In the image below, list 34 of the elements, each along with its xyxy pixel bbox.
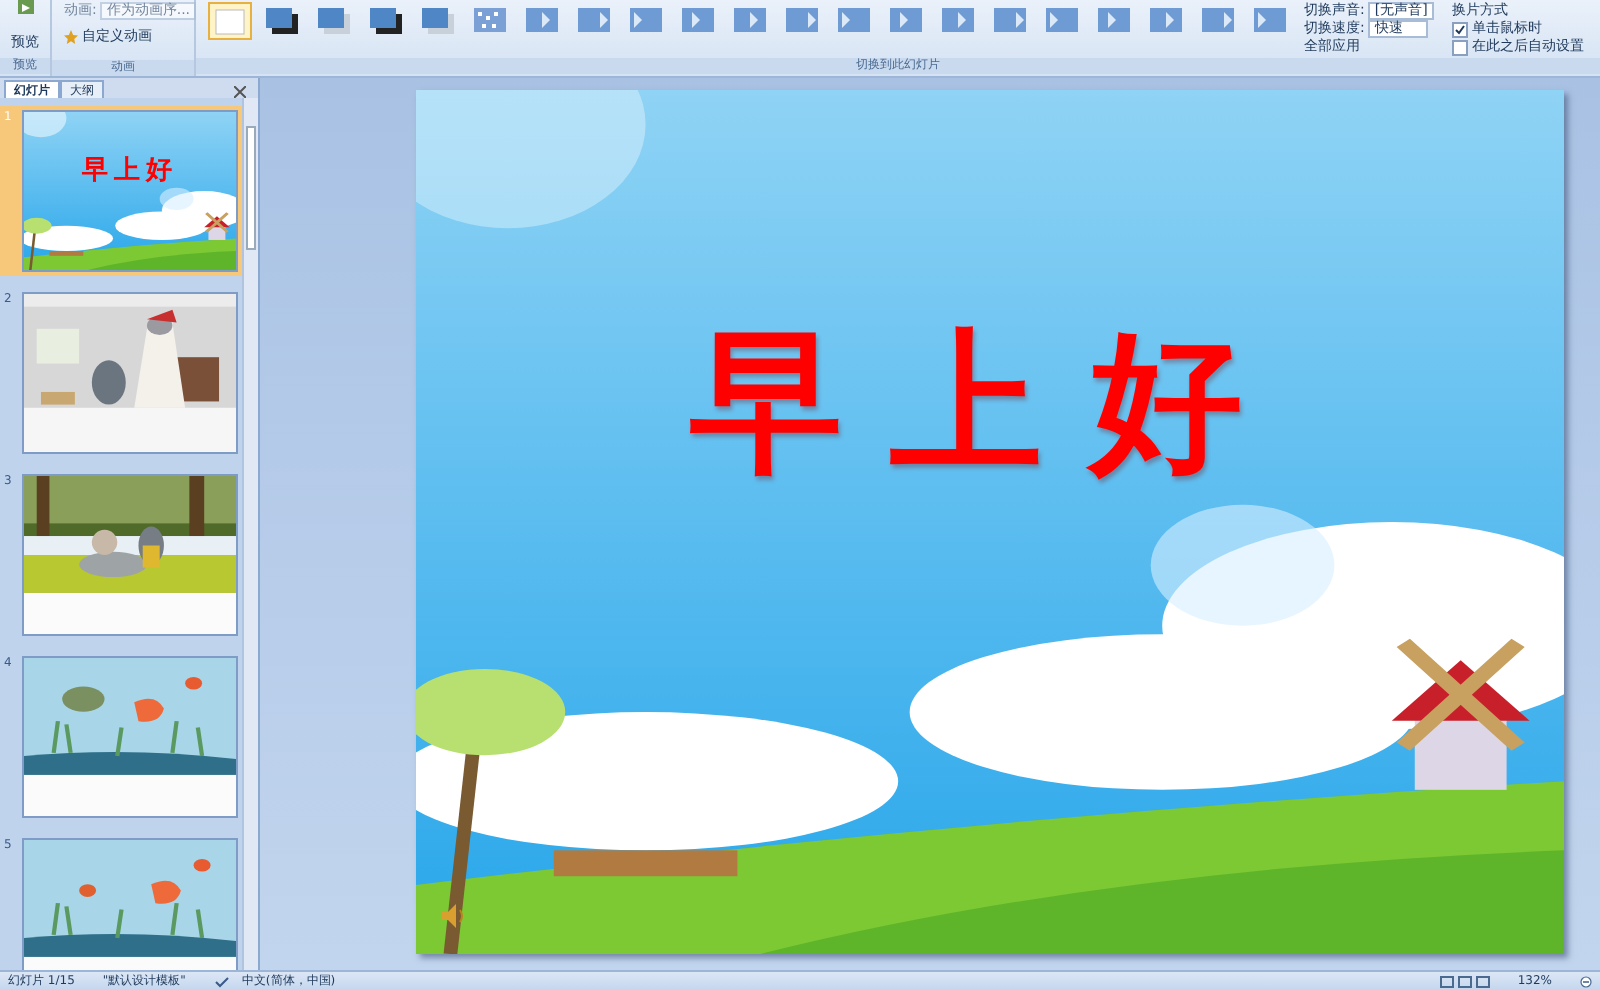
- transition-icon: [1200, 6, 1236, 36]
- transition-icon: [264, 6, 300, 36]
- scrollbar[interactable]: [242, 98, 258, 970]
- transition-icon: [836, 6, 872, 36]
- transition-icon: [420, 6, 456, 36]
- star-icon: [64, 30, 78, 44]
- transition-icon: [992, 6, 1028, 36]
- transition-button[interactable]: [260, 2, 304, 40]
- transition-icon: [1148, 6, 1184, 36]
- transition-icon: [472, 6, 508, 36]
- thumbnail-title: 早上好: [80, 154, 180, 188]
- preview-icon: [15, 0, 35, 16]
- transition-icon: [368, 6, 404, 36]
- transition-icon: [680, 6, 716, 36]
- spellcheck-icon: [213, 975, 230, 987]
- transition-icon: [888, 6, 924, 36]
- zoom-out-icon[interactable]: [1580, 975, 1592, 987]
- transition-icon: [732, 6, 768, 36]
- transition-icon: [1096, 6, 1132, 36]
- speaker-icon[interactable]: [440, 902, 468, 930]
- close-icon[interactable]: [234, 86, 246, 98]
- transition-icon: [784, 6, 820, 36]
- slide-title: 早上好: [688, 326, 1292, 478]
- transition-icon: [576, 6, 612, 36]
- transition-button[interactable]: [364, 2, 408, 40]
- checkbox[interactable]: [1452, 39, 1468, 55]
- transition-icon: [1044, 6, 1080, 36]
- transition-icon: [1252, 6, 1288, 36]
- transition-icon: [212, 6, 248, 36]
- transition-icon: [316, 6, 352, 36]
- checkbox[interactable]: [1452, 21, 1468, 37]
- transition-icon: [628, 6, 664, 36]
- transition-icon: [524, 6, 560, 36]
- transition-icon: [940, 6, 976, 36]
